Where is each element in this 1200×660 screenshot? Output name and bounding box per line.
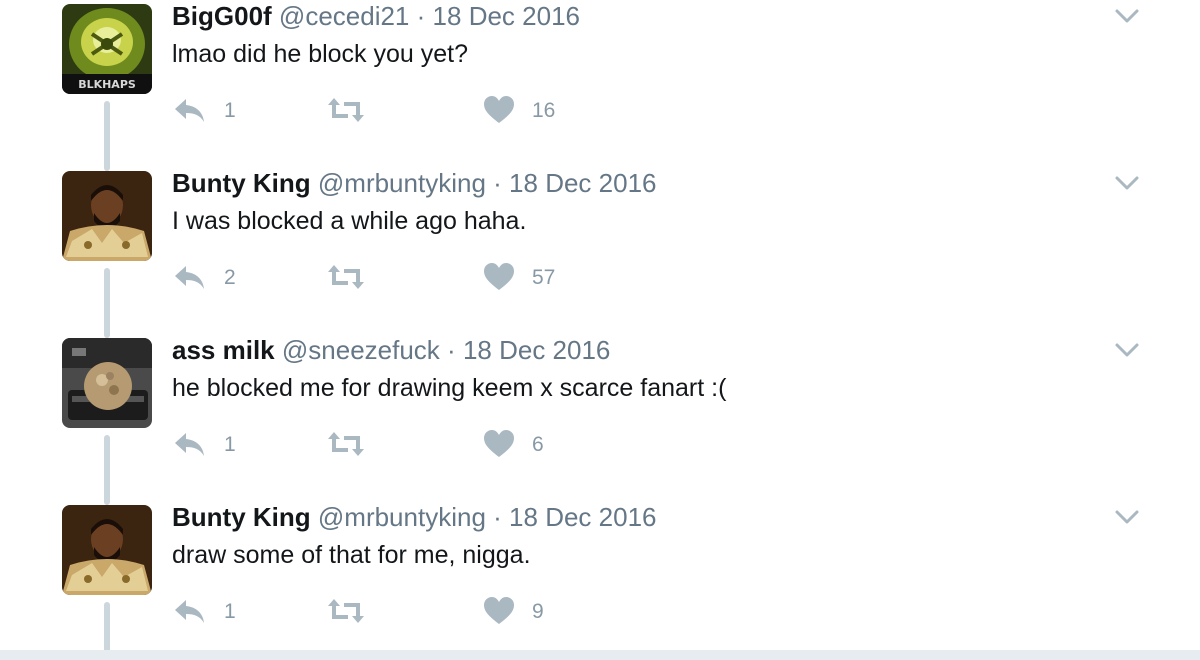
username[interactable]: @mrbuntyking — [318, 168, 486, 198]
avatar-image — [62, 338, 152, 428]
chevron-down-icon[interactable] — [1112, 4, 1142, 28]
heart-icon[interactable] — [482, 261, 516, 298]
like-count: 57 — [532, 266, 556, 289]
chevron-down-icon[interactable] — [1112, 505, 1142, 529]
avatar-image — [62, 171, 152, 261]
reply-count: 1 — [224, 433, 236, 456]
reply-icon[interactable] — [172, 595, 208, 632]
timestamp[interactable]: 18 Dec 2016 — [509, 168, 656, 198]
display-name[interactable]: ass milk — [172, 335, 275, 365]
tweet[interactable]: BLKHAPS BigG00f @cecedi21 · 18 Dec 2016 … — [0, 0, 1200, 171]
display-name[interactable]: Bunty King — [172, 502, 311, 532]
separator: · — [416, 1, 426, 31]
heart-icon[interactable] — [482, 428, 516, 465]
reply-count: 2 — [224, 266, 236, 289]
tweet-text: I was blocked a while ago haha. — [172, 207, 527, 235]
timestamp[interactable]: 18 Dec 2016 — [463, 335, 610, 365]
heart-icon[interactable] — [482, 94, 516, 131]
tweet-header: ass milk @sneezefuck · 18 Dec 2016 — [172, 334, 610, 368]
thread-connector — [104, 435, 110, 505]
avatar[interactable]: BLKHAPS — [62, 4, 152, 94]
timestamp[interactable]: 18 Dec 2016 — [509, 502, 656, 532]
reply-count: 1 — [224, 600, 236, 623]
heart-icon[interactable] — [482, 595, 516, 632]
display-name[interactable]: BigG00f — [172, 1, 272, 31]
timestamp[interactable]: 18 Dec 2016 — [433, 1, 580, 31]
reply-icon[interactable] — [172, 428, 208, 465]
username[interactable]: @cecedi21 — [279, 1, 409, 31]
tweet[interactable]: Bunty King @mrbuntyking · 18 Dec 2016 dr… — [0, 501, 1200, 660]
like-count: 16 — [532, 99, 556, 122]
avatar[interactable] — [62, 171, 152, 261]
tweet[interactable]: ass milk @sneezefuck · 18 Dec 2016 he bl… — [0, 334, 1200, 505]
reply-count: 1 — [224, 99, 236, 122]
like-count: 6 — [532, 433, 544, 456]
reply-icon[interactable] — [172, 94, 208, 131]
tweet-header: BigG00f @cecedi21 · 18 Dec 2016 — [172, 0, 580, 34]
avatar[interactable] — [62, 338, 152, 428]
tweet-text: draw some of that for me, nigga. — [172, 541, 531, 569]
avatar-text: BLKHAPS — [78, 78, 136, 91]
reply-thread: BLKHAPS BigG00f @cecedi21 · 18 Dec 2016 … — [0, 0, 1200, 660]
separator: · — [493, 168, 502, 198]
tweet[interactable]: Bunty King @mrbuntyking · 18 Dec 2016 I … — [0, 167, 1200, 338]
reply-icon[interactable] — [172, 261, 208, 298]
chevron-down-icon[interactable] — [1112, 171, 1142, 195]
thread-connector — [104, 101, 110, 171]
retweet-icon[interactable] — [326, 595, 366, 632]
username[interactable]: @sneezefuck — [282, 335, 440, 365]
username[interactable]: @mrbuntyking — [318, 502, 486, 532]
avatar-image: BLKHAPS — [62, 4, 152, 94]
display-name[interactable]: Bunty King — [172, 168, 311, 198]
chevron-down-icon[interactable] — [1112, 338, 1142, 362]
like-count: 9 — [532, 600, 544, 623]
retweet-icon[interactable] — [326, 261, 366, 298]
retweet-icon[interactable] — [326, 428, 366, 465]
tweet-text: lmao did he block you yet? — [172, 40, 469, 68]
tweet-text: he blocked me for drawing keem x scarce … — [172, 374, 727, 402]
retweet-icon[interactable] — [326, 94, 366, 131]
avatar-image — [62, 505, 152, 595]
timeline-divider — [0, 650, 1200, 660]
thread-connector — [104, 268, 110, 338]
avatar[interactable] — [62, 505, 152, 595]
separator: · — [493, 502, 502, 532]
tweet-header: Bunty King @mrbuntyking · 18 Dec 2016 — [172, 167, 657, 201]
tweet-header: Bunty King @mrbuntyking · 18 Dec 2016 — [172, 501, 657, 535]
separator: · — [447, 335, 456, 365]
